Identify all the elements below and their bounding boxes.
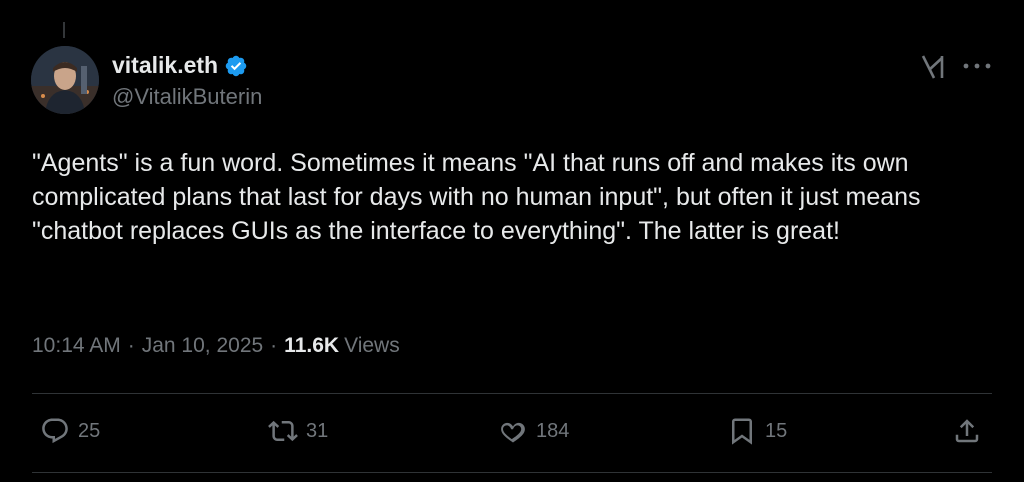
bookmark-icon	[732, 418, 752, 445]
reply-button[interactable]: 25	[40, 416, 100, 446]
like-icon	[501, 422, 525, 443]
verified-badge-icon	[225, 55, 247, 76]
tweet-date[interactable]: Jan 10, 2025	[142, 334, 263, 358]
author-handle[interactable]: @VitalikButerin	[112, 84, 262, 110]
views-label: Views	[344, 334, 400, 357]
reply-icon	[42, 418, 68, 444]
divider-top	[32, 393, 992, 394]
meta-separator: ·	[127, 334, 135, 357]
bookmark-button[interactable]: 15	[727, 416, 787, 446]
like-count: 184	[536, 419, 570, 442]
bookmark-count: 15	[765, 419, 788, 442]
thread-connector-line	[63, 22, 65, 38]
reply-count: 25	[78, 419, 101, 442]
like-button[interactable]: 184	[498, 416, 569, 446]
repost-count: 31	[306, 419, 329, 442]
author-display-name[interactable]: vitalik.eth	[112, 52, 218, 79]
more-icon[interactable]	[962, 62, 992, 70]
grok-icon[interactable]	[918, 52, 948, 82]
divider-bottom	[32, 472, 992, 473]
meta-separator: ·	[270, 334, 278, 357]
repost-button[interactable]: 31	[268, 416, 328, 446]
tweet-text: "Agents" is a fun word. Sometimes it mea…	[32, 149, 928, 245]
share-button[interactable]	[952, 416, 982, 446]
tweet-meta: 10:14 AM · Jan 10, 2025 · 11.6K Views	[32, 334, 400, 358]
views-count: 11.6K	[284, 334, 340, 357]
tweet-time[interactable]: 10:14 AM	[32, 334, 121, 358]
share-icon	[955, 419, 979, 443]
avatar[interactable]	[31, 46, 99, 114]
author-name-row[interactable]: vitalik.eth	[112, 52, 248, 79]
repost-icon	[268, 420, 298, 442]
